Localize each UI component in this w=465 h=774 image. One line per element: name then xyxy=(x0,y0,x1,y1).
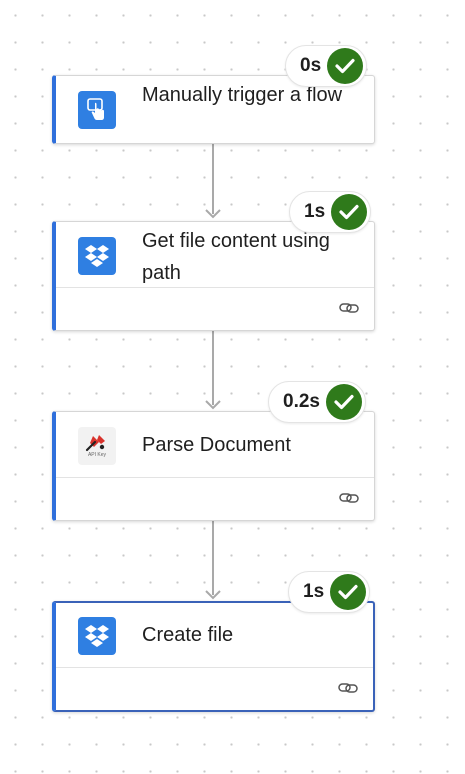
connector-line-3 xyxy=(212,521,214,595)
link-icon[interactable] xyxy=(338,488,360,508)
step-title: Create file xyxy=(142,624,234,646)
step-footer xyxy=(56,477,374,520)
link-icon[interactable] xyxy=(338,298,360,318)
step-status-badge: 1s xyxy=(288,571,371,613)
api-key-caption: API Key xyxy=(87,452,107,458)
success-check-icon xyxy=(331,194,368,230)
success-check-icon xyxy=(325,384,362,420)
hand-tap-icon xyxy=(78,91,116,129)
step-status-badge: 1s xyxy=(289,191,372,233)
step-title: Parse Document xyxy=(142,434,291,456)
connector-arrow-2 xyxy=(205,400,221,410)
step-status-badge: 0.2s xyxy=(268,381,366,423)
step-duration: 0s xyxy=(300,55,322,76)
step-status-badge: 0s xyxy=(285,45,368,87)
step-footer xyxy=(56,667,373,710)
step-title: Get file content using path xyxy=(142,230,330,284)
step-duration: 0.2s xyxy=(283,391,320,412)
connector-arrow-3 xyxy=(205,590,221,600)
link-icon[interactable] xyxy=(337,678,359,698)
connector-line-2 xyxy=(212,331,214,405)
success-check-icon xyxy=(327,48,364,84)
dropbox-icon xyxy=(78,237,116,275)
step-duration: 1s xyxy=(303,581,325,602)
connector-line-1 xyxy=(212,144,214,214)
success-check-icon xyxy=(330,574,367,610)
step-card-parse-document[interactable]: API Key Parse Document xyxy=(52,411,375,521)
step-footer xyxy=(56,287,374,330)
connector-arrow-1 xyxy=(205,209,221,219)
step-card-get-file-content[interactable]: Get file content using path xyxy=(52,221,375,331)
api-key-icon: API Key xyxy=(78,427,116,465)
step-card-create-file[interactable]: Create file xyxy=(52,601,375,712)
dropbox-icon xyxy=(78,617,116,655)
step-duration: 1s xyxy=(304,201,326,222)
